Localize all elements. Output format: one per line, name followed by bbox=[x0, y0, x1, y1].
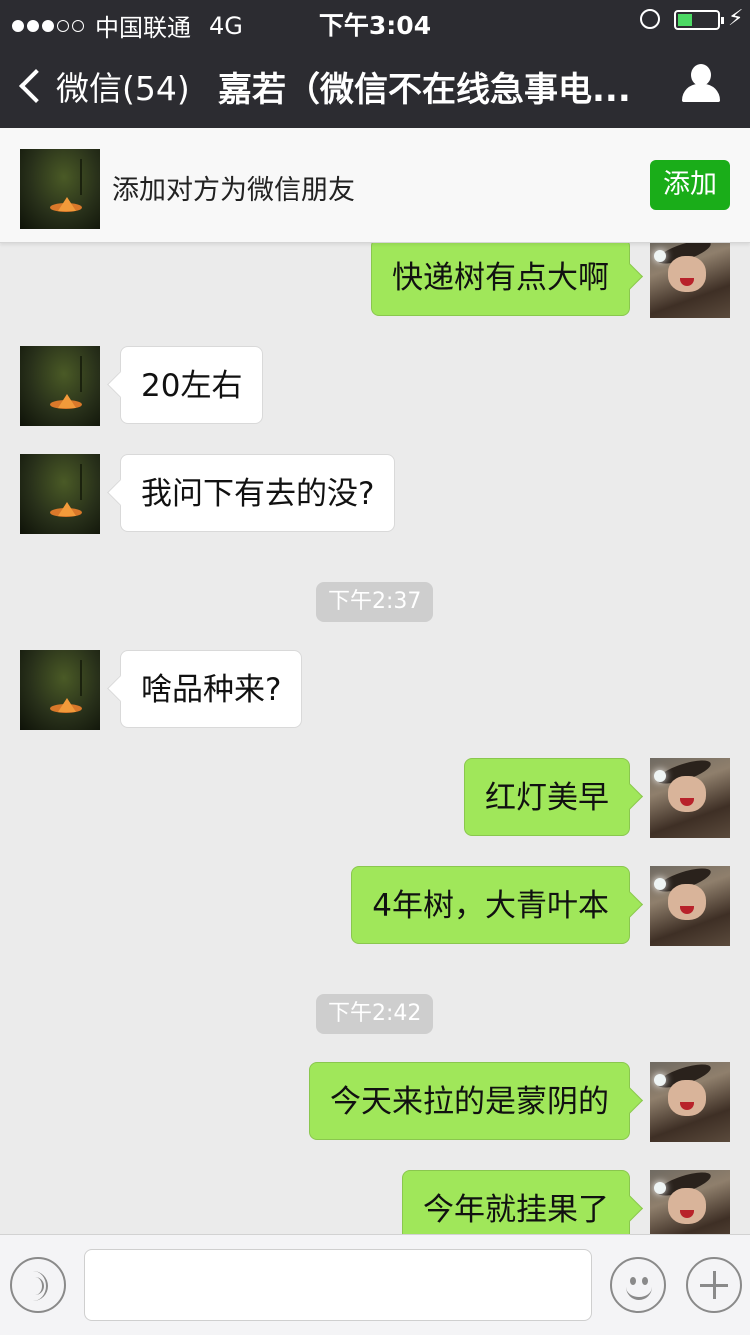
outgoing-message[interactable]: 今天来拉的是蒙阴的 bbox=[309, 1062, 630, 1140]
outgoing-message[interactable]: 今年就挂果了 bbox=[402, 1170, 630, 1234]
emoji-icon[interactable] bbox=[610, 1257, 666, 1313]
my-avatar[interactable] bbox=[650, 242, 730, 318]
outgoing-message[interactable]: 4年树，大青叶本 bbox=[351, 866, 630, 944]
voice-icon[interactable] bbox=[10, 1257, 66, 1313]
plus-icon[interactable] bbox=[686, 1257, 742, 1313]
incoming-message[interactable]: 啥品种来? bbox=[120, 650, 303, 728]
outgoing-message[interactable]: 红灯美早 bbox=[464, 758, 630, 836]
my-avatar[interactable] bbox=[650, 866, 730, 946]
status-time: 下午3:04 bbox=[318, 11, 432, 40]
my-avatar[interactable] bbox=[650, 1062, 730, 1142]
person-icon[interactable] bbox=[682, 64, 720, 104]
add-friend-banner: 添加对方为微信朋友 添加 bbox=[0, 128, 750, 243]
chevron-left-icon bbox=[19, 69, 53, 103]
incoming-message[interactable]: 我问下有去的没? bbox=[120, 454, 396, 532]
message-timestamp: 下午2:42 bbox=[316, 994, 434, 1034]
charging-icon: ⚡ bbox=[728, 6, 744, 31]
contact-avatar[interactable] bbox=[20, 650, 100, 730]
navigation-bar: 微信(54) 嘉若（微信不在线急事电... bbox=[0, 40, 750, 128]
message-list[interactable]: 快递树有点大啊 20左右 我问下有去的没? 下午2:37 啥品种来? 红灯美早 … bbox=[0, 242, 750, 1234]
battery-icon bbox=[674, 10, 724, 30]
contact-avatar[interactable] bbox=[20, 346, 100, 426]
contact-avatar[interactable] bbox=[20, 454, 100, 534]
my-avatar[interactable] bbox=[650, 758, 730, 838]
contact-avatar[interactable] bbox=[20, 149, 100, 229]
back-button[interactable]: 微信(54) bbox=[18, 62, 190, 110]
message-timestamp: 下午2:37 bbox=[316, 582, 434, 622]
outgoing-message[interactable]: 快递树有点大啊 bbox=[371, 242, 630, 316]
back-label: 微信(54) bbox=[56, 69, 190, 108]
add-friend-text: 添加对方为微信朋友 bbox=[112, 175, 355, 206]
top-bar: 中国联通 4G 下午3:04 ⚡ 微信(54) 嘉若（微信不在线急事电... bbox=[0, 0, 750, 128]
input-toolbar bbox=[0, 1234, 750, 1335]
rotation-lock-icon bbox=[640, 9, 660, 29]
add-friend-button[interactable]: 添加 bbox=[650, 160, 730, 210]
message-input[interactable] bbox=[84, 1249, 592, 1321]
my-avatar[interactable] bbox=[650, 1170, 730, 1234]
status-bar: 中国联通 4G 下午3:04 ⚡ bbox=[0, 0, 750, 42]
chat-title: 嘉若（微信不在线急事电... bbox=[218, 70, 631, 110]
incoming-message[interactable]: 20左右 bbox=[120, 346, 264, 424]
